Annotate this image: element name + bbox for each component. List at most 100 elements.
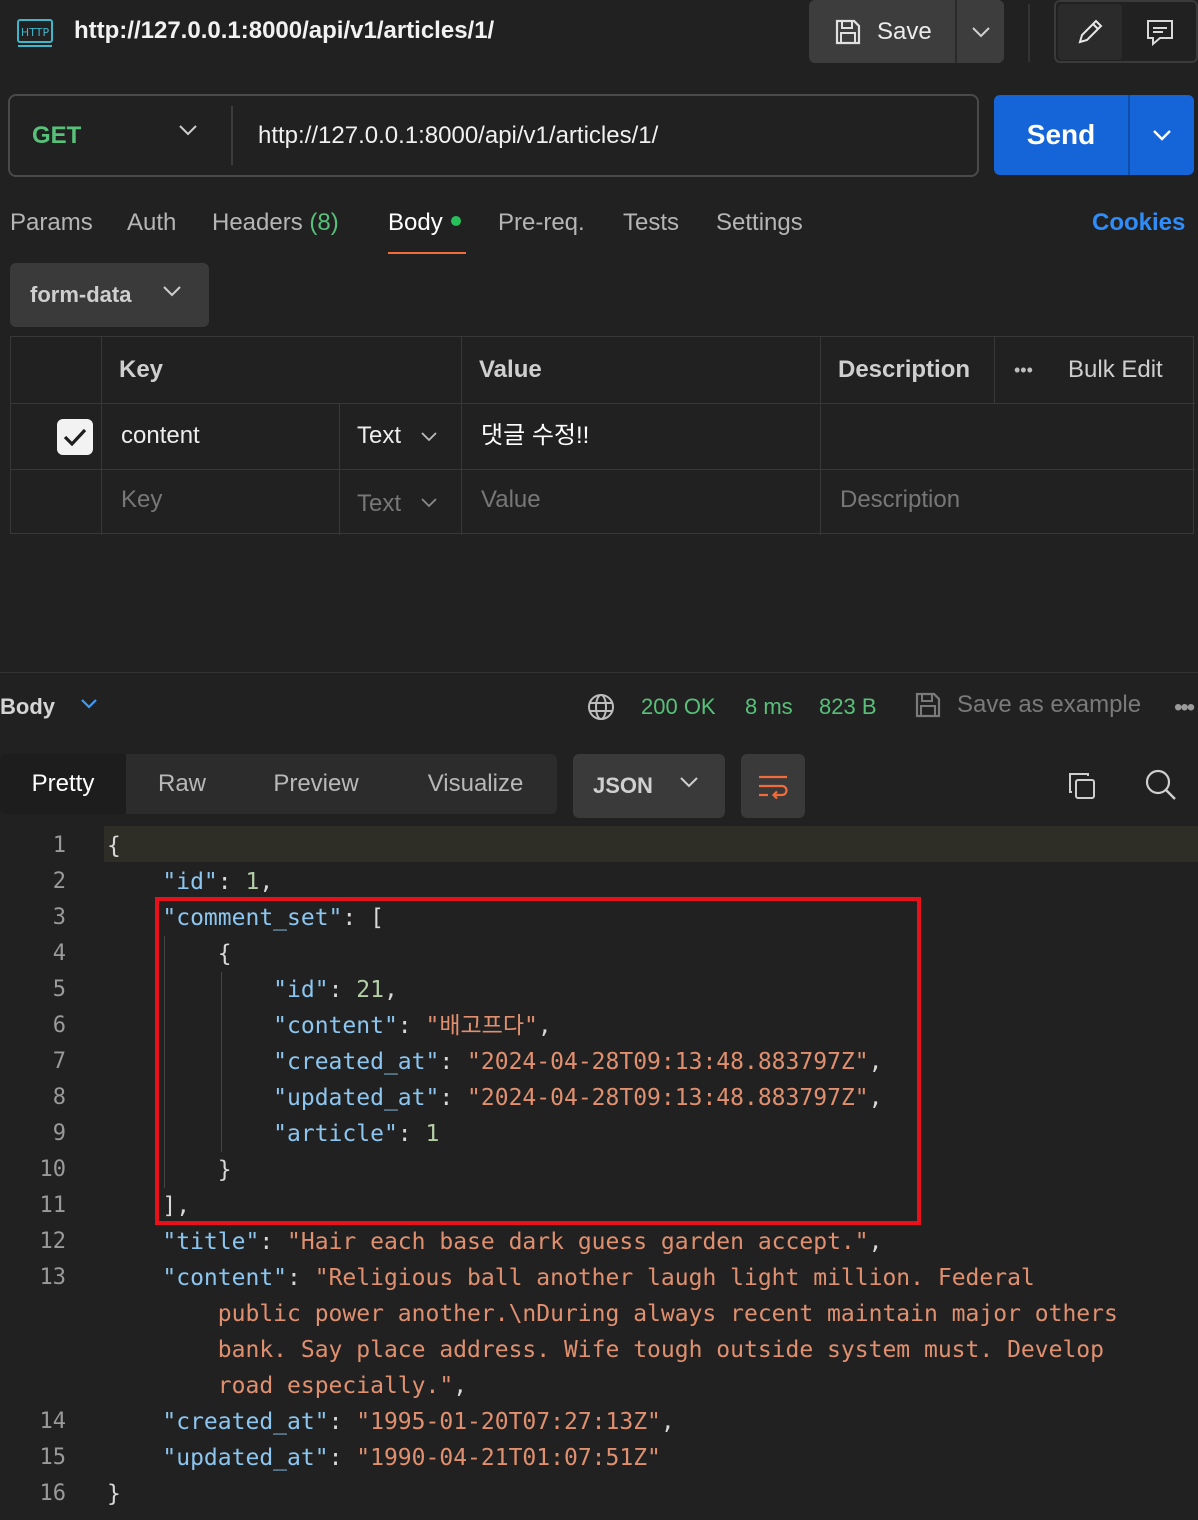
row-key[interactable]: content <box>121 403 200 469</box>
tab-params[interactable]: Params <box>10 208 93 238</box>
line-number: 13 <box>39 1265 67 1290</box>
send-button[interactable]: Send <box>994 95 1128 175</box>
tab-headers[interactable]: Headers (8) <box>212 208 339 238</box>
code-line-wrapped: public power another.\nDuring always rec… <box>217 1301 1118 1327</box>
more-options-button[interactable]: ••• <box>1174 694 1195 722</box>
form-data-table: Key Value Description ••• Bulk Edit cont… <box>10 336 1195 537</box>
format-label: JSON <box>593 773 653 798</box>
line-number: 12 <box>39 1229 67 1254</box>
line-number: 14 <box>39 1409 67 1434</box>
code-line-wrapped: road especially.", <box>217 1373 468 1399</box>
line-number: 7 <box>52 1049 66 1074</box>
body-type-select[interactable]: form-data <box>10 263 209 327</box>
more-options-button[interactable]: ••• <box>1014 337 1033 403</box>
url-input[interactable]: http://127.0.0.1:8000/api/v1/articles/1/ <box>258 96 658 175</box>
copy-icon[interactable] <box>1066 770 1098 802</box>
save-button-group: Save <box>809 0 1004 63</box>
annotation-highlight-box <box>155 897 921 1225</box>
code-line: } <box>107 1481 121 1507</box>
response-view-tabs: Pretty Raw Preview Visualize <box>0 754 557 814</box>
chevron-down-icon <box>1152 129 1172 141</box>
chevron-down-icon[interactable] <box>178 124 198 136</box>
new-type-select[interactable]: Text <box>357 471 401 537</box>
chevron-down-icon[interactable] <box>421 432 437 442</box>
tab-visualize[interactable]: Visualize <box>394 754 557 814</box>
save-label: Save <box>877 17 932 45</box>
status-code[interactable]: 200 OK <box>641 692 716 722</box>
row-enabled-checkbox[interactable] <box>57 419 93 455</box>
response-time[interactable]: 8 ms <box>745 692 793 722</box>
tab-auth[interactable]: Auth <box>127 208 176 238</box>
column-header-value: Value <box>479 356 542 383</box>
globe-icon[interactable] <box>586 692 616 722</box>
line-number: 16 <box>39 1481 67 1506</box>
chevron-down-icon <box>971 26 991 38</box>
search-icon[interactable] <box>1144 768 1178 802</box>
edit-button[interactable] <box>1058 4 1122 60</box>
tab-headers-label: Headers <box>212 209 303 236</box>
tab-prereq[interactable]: Pre-req. <box>498 208 585 238</box>
bulk-edit-button[interactable]: Bulk Edit <box>1068 337 1163 403</box>
new-key-input[interactable]: Key <box>121 467 162 533</box>
wrap-lines-icon <box>757 772 789 800</box>
save-icon <box>833 17 863 47</box>
pane-divider[interactable] <box>0 672 1198 673</box>
line-number: 3 <box>52 905 66 930</box>
column-header-description: Description <box>838 356 971 383</box>
request-actions <box>1054 0 1198 63</box>
current-line-highlight <box>104 826 1198 862</box>
request-url-bar: GET http://127.0.0.1:8000/api/v1/article… <box>8 94 979 177</box>
code-line: { <box>107 833 121 859</box>
method-select[interactable]: GET <box>32 96 81 175</box>
http-icon: HTTP <box>10 8 60 58</box>
divider <box>1028 4 1030 62</box>
response-code-editor[interactable]: 1 2 3 4 5 6 7 8 9 10 11 12 13 14 15 16 {… <box>0 826 1198 1520</box>
send-button-group: Send <box>994 95 1194 175</box>
tab-tests[interactable]: Tests <box>623 208 679 238</box>
send-dropdown-button[interactable] <box>1130 95 1194 175</box>
checkmark-icon <box>62 426 88 448</box>
divider <box>231 106 233 165</box>
line-number: 8 <box>52 1085 66 1110</box>
response-size[interactable]: 823 B <box>819 692 877 722</box>
request-title[interactable]: http://127.0.0.1:8000/api/v1/articles/1/ <box>74 14 494 48</box>
comments-button[interactable] <box>1126 4 1194 60</box>
format-select[interactable]: JSON <box>573 754 725 818</box>
line-number: 10 <box>39 1157 67 1182</box>
new-value-input[interactable]: Value <box>481 467 541 533</box>
line-number: 2 <box>52 869 66 894</box>
chevron-down-icon[interactable] <box>421 498 437 508</box>
code-line: "content": "Religious ball another laugh… <box>162 1265 1035 1291</box>
line-number: 5 <box>52 977 66 1002</box>
chevron-down-icon <box>679 776 699 788</box>
row-type-select[interactable]: Text <box>357 403 401 469</box>
tab-settings[interactable]: Settings <box>716 208 803 238</box>
code-line: "id": 1, <box>162 869 274 895</box>
tab-raw[interactable]: Raw <box>126 754 238 814</box>
save-icon <box>913 690 943 720</box>
code-line: "created_at": "1995-01-20T07:27:13Z", <box>162 1409 675 1435</box>
headers-count: (8) <box>309 209 339 236</box>
chevron-down-icon <box>162 285 182 297</box>
code-line: "title": "Hair each base dark guess gard… <box>162 1229 883 1255</box>
line-number: 11 <box>39 1193 67 1218</box>
cookies-link[interactable]: Cookies <box>1092 208 1185 238</box>
save-dropdown-button[interactable] <box>957 0 1004 63</box>
tab-pretty[interactable]: Pretty <box>0 754 126 814</box>
save-button[interactable]: Save <box>809 0 955 63</box>
line-number: 1 <box>52 833 66 858</box>
tab-body[interactable]: Body <box>388 208 461 238</box>
save-as-example-button[interactable]: Save as example <box>913 688 1141 722</box>
tab-preview[interactable]: Preview <box>238 754 394 814</box>
wrap-lines-button[interactable] <box>741 754 805 818</box>
active-dot <box>450 215 461 226</box>
line-number: 15 <box>39 1445 67 1470</box>
save-as-example-label: Save as example <box>957 691 1142 718</box>
svg-text:HTTP: HTTP <box>21 26 50 39</box>
body-type-label: form-data <box>30 282 132 307</box>
row-value[interactable]: 댓글 수정!! <box>481 403 589 469</box>
chevron-down-icon[interactable] <box>80 698 98 710</box>
new-description-input[interactable]: Description <box>840 467 960 533</box>
response-body-label[interactable]: Body <box>0 692 55 722</box>
line-number: 9 <box>52 1121 66 1146</box>
